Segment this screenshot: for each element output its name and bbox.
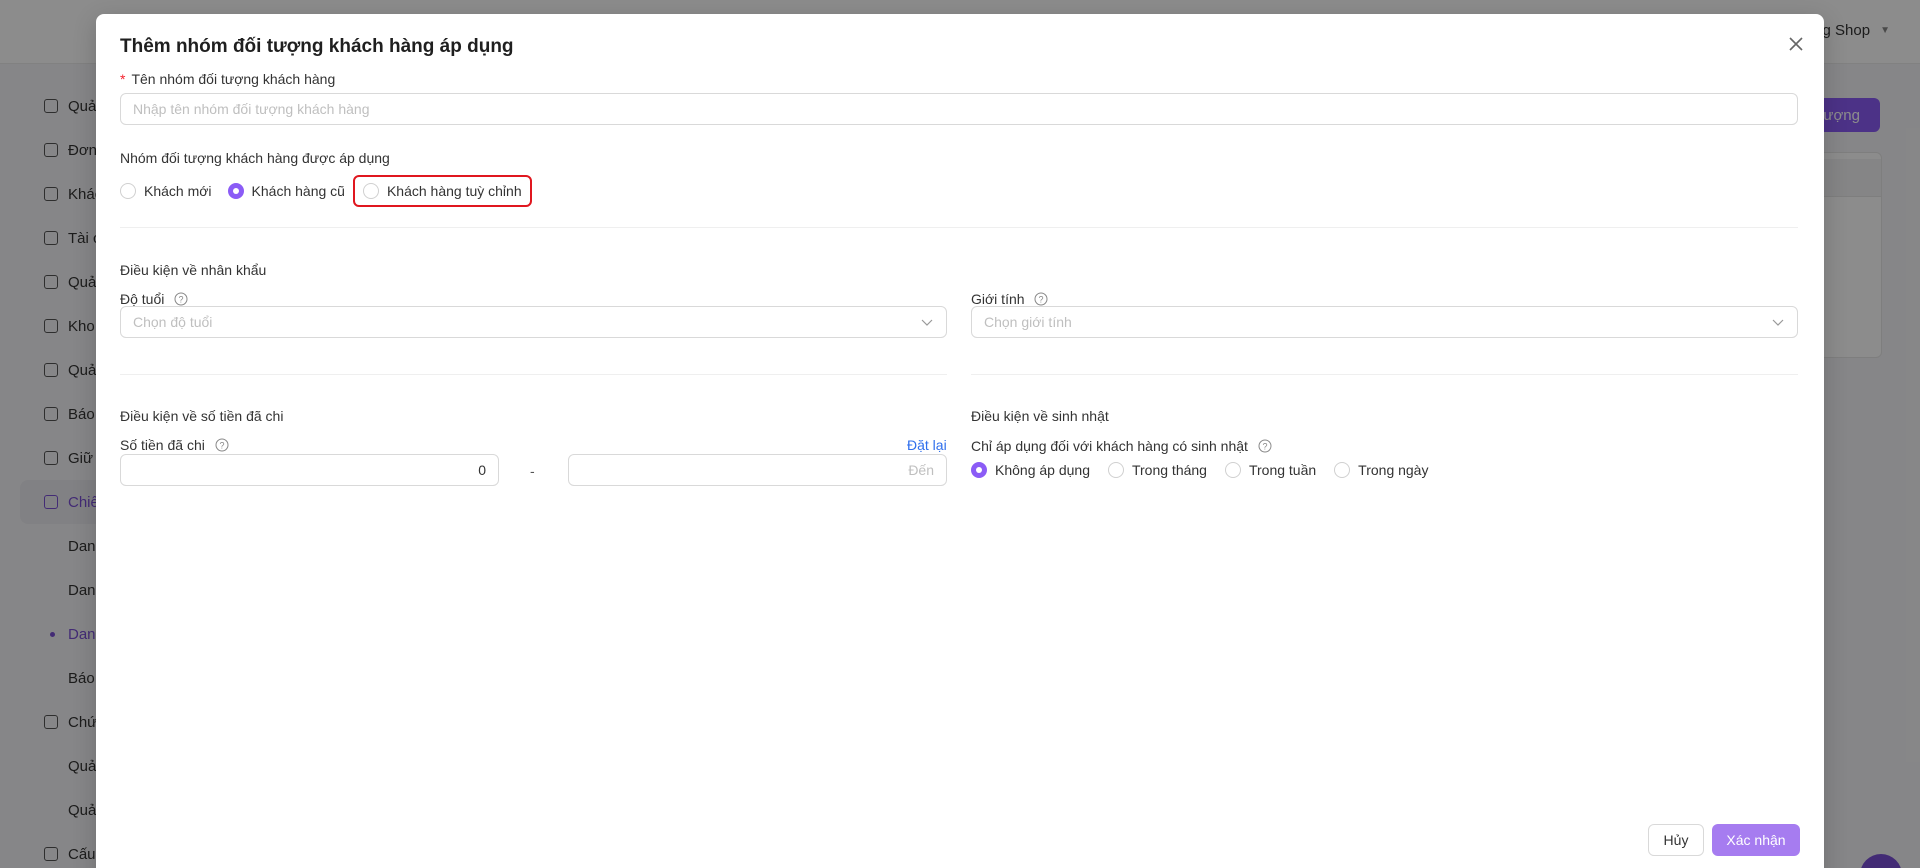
applied-group-label: Nhóm đối tượng khách hàng được áp dụng [120, 150, 390, 166]
gender-label-text: Giới tính [971, 291, 1025, 307]
birthday-label: Chỉ áp dụng đối với khách hàng có sinh n… [971, 438, 1272, 454]
help-icon[interactable]: ? [174, 292, 188, 306]
birthday-label-text: Chỉ áp dụng đối với khách hàng có sinh n… [971, 438, 1248, 454]
help-icon[interactable]: ? [1258, 439, 1272, 453]
required-mark: * [120, 71, 126, 87]
spending-to-placeholder: Đến [908, 462, 934, 478]
svg-text:?: ? [1039, 295, 1044, 305]
radio-label: Khách mới [144, 183, 212, 199]
age-select[interactable]: Chọn độ tuổi [120, 306, 947, 338]
spending-label: Số tiền đã chi ? [120, 437, 229, 453]
spending-from-value: 0 [478, 462, 486, 478]
radio-circle [1334, 462, 1351, 478]
radio-label: Trong tháng [1131, 462, 1207, 478]
highlight-box: Khách hàng tuỳ chỉnh [352, 175, 532, 207]
svg-text:?: ? [1262, 442, 1267, 452]
radio-custom-customer[interactable]: Khách hàng tuỳ chỉnh [362, 183, 522, 199]
spending-section-title: Điều kiện về số tiền đã chi [120, 408, 284, 424]
group-name-input[interactable]: Nhập tên nhóm đối tượng khách hàng [120, 93, 1798, 125]
radio-birthday-day[interactable]: Trong ngày [1334, 462, 1428, 478]
chevron-down-icon [921, 319, 933, 326]
radio-circle-checked [227, 183, 244, 199]
confirm-button[interactable]: Xác nhận [1712, 824, 1800, 856]
divider [120, 227, 1798, 228]
radio-birthday-not-apply[interactable]: Không áp dụng [971, 462, 1090, 478]
group-name-label: * Tên nhóm đối tượng khách hàng [120, 71, 335, 87]
age-placeholder: Chọn độ tuổi [133, 314, 213, 330]
radio-circle [362, 183, 379, 199]
age-label: Độ tuổi ? [120, 291, 188, 307]
add-customer-group-modal: Thêm nhóm đối tượng khách hàng áp dụng *… [96, 14, 1824, 868]
radio-circle-checked [971, 462, 987, 478]
radio-new-customer[interactable]: Khách mới [120, 183, 212, 199]
close-icon [1789, 37, 1803, 51]
help-icon[interactable]: ? [1034, 292, 1048, 306]
radio-birthday-month[interactable]: Trong tháng [1107, 462, 1207, 478]
radio-label: Không áp dụng [995, 462, 1090, 478]
radio-label: Khách hàng tuỳ chỉnh [386, 183, 522, 199]
chevron-down-icon [1772, 319, 1784, 326]
birthday-radio-group: Không áp dụng Trong tháng Trong tuần Tro… [971, 460, 1436, 480]
radio-label: Khách hàng cũ [251, 183, 345, 199]
age-label-text: Độ tuổi [120, 291, 165, 307]
group-name-placeholder: Nhập tên nhóm đối tượng khách hàng [133, 101, 370, 117]
spending-to-input[interactable]: Đến [568, 454, 947, 486]
range-separator: - [530, 463, 535, 479]
divider [120, 374, 947, 375]
modal-title: Thêm nhóm đối tượng khách hàng áp dụng [120, 36, 514, 57]
reset-link[interactable]: Đặt lại [907, 437, 947, 453]
birthday-section-title: Điều kiện về sinh nhật [971, 408, 1109, 424]
radio-label: Trong tuần [1248, 462, 1317, 478]
radio-circle [120, 183, 136, 199]
demographic-section-title: Điều kiện về nhân khẩu [120, 262, 267, 278]
spending-label-text: Số tiền đã chi [120, 437, 205, 453]
svg-text:?: ? [219, 441, 224, 451]
close-button[interactable] [1784, 32, 1808, 56]
divider [971, 374, 1798, 375]
svg-text:?: ? [179, 295, 184, 305]
radio-birthday-week[interactable]: Trong tuần [1224, 462, 1317, 478]
spending-from-input[interactable]: 0 [120, 454, 499, 486]
radio-label: Trong ngày [1358, 462, 1429, 478]
radio-circle [1107, 462, 1124, 478]
radio-circle [1224, 462, 1241, 478]
group-name-label-text: Tên nhóm đối tượng khách hàng [131, 71, 336, 87]
radio-old-customer[interactable]: Khách hàng cũ [227, 183, 345, 199]
gender-placeholder: Chọn giới tính [984, 314, 1072, 330]
gender-select[interactable]: Chọn giới tính [971, 306, 1798, 338]
gender-label: Giới tính ? [971, 291, 1048, 307]
cancel-button[interactable]: Hủy [1648, 824, 1704, 856]
help-icon[interactable]: ? [215, 438, 229, 452]
applied-group-radio-group: Khách mới Khách hàng cũ Khách hàng tuỳ c… [120, 171, 532, 211]
